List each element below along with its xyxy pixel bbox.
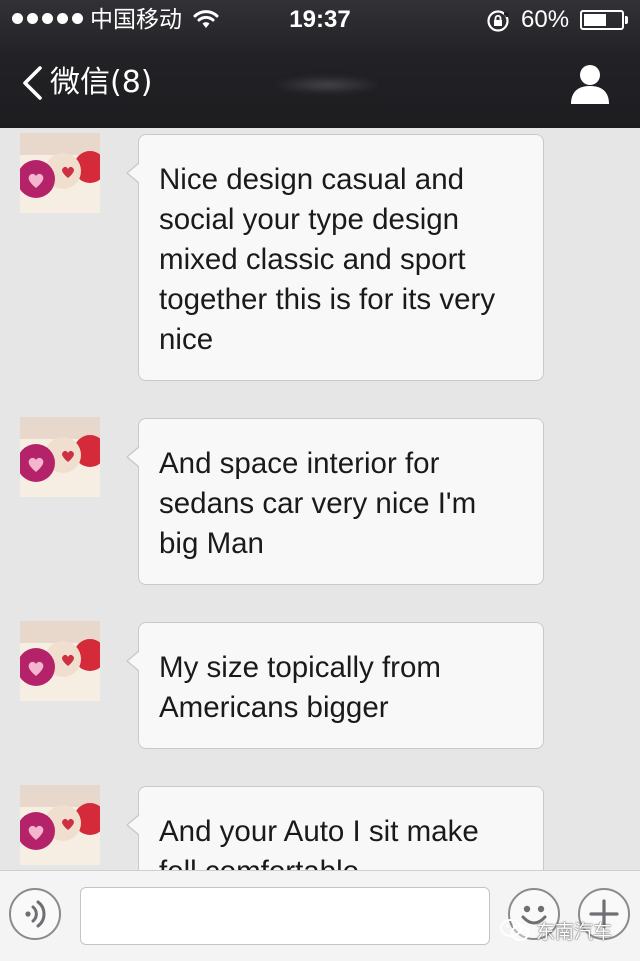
avatar[interactable] bbox=[20, 785, 100, 865]
chat-title-redacted bbox=[272, 76, 382, 94]
battery-percentage: 60% bbox=[521, 6, 570, 33]
message-text: And your Auto I sit make fell comfortabl… bbox=[159, 815, 479, 870]
emoji-icon bbox=[521, 905, 547, 925]
back-button[interactable]: 微信(8) bbox=[18, 60, 153, 106]
status-bar: 中国移动 19:37 60% bbox=[0, 0, 640, 40]
person-icon[interactable] bbox=[570, 62, 610, 106]
message-bubble[interactable]: And your Auto I sit make fell comfortabl… bbox=[126, 786, 544, 870]
message-text: My size topically from Americans bigger bbox=[159, 651, 441, 724]
back-button-label: 微信(8) bbox=[50, 65, 153, 100]
avatar[interactable] bbox=[20, 133, 100, 213]
battery-level-fill bbox=[584, 14, 606, 26]
avatar[interactable] bbox=[20, 621, 100, 701]
avatar[interactable] bbox=[20, 417, 100, 497]
message-text: Nice design casual and social your type … bbox=[159, 163, 496, 356]
more-button[interactable] bbox=[578, 888, 630, 940]
chevron-left-icon bbox=[23, 66, 42, 100]
voice-icon bbox=[25, 900, 46, 928]
top-bar: 中国移动 19:37 60% 微信(8) bbox=[0, 0, 640, 128]
input-bar bbox=[0, 870, 640, 961]
battery-icon bbox=[580, 10, 628, 30]
message-input[interactable] bbox=[80, 887, 490, 945]
message-bubble[interactable]: Nice design casual and social your type … bbox=[126, 134, 544, 381]
plus-icon bbox=[589, 899, 619, 929]
voice-button[interactable] bbox=[9, 888, 61, 940]
message-text: And space interior for sedans car very n… bbox=[159, 447, 477, 560]
message-list[interactable]: Nice design casual and social your type … bbox=[0, 128, 640, 870]
message-bubble[interactable]: My size topically from Americans bigger bbox=[126, 622, 544, 749]
message-bubble[interactable]: And space interior for sedans car very n… bbox=[126, 418, 544, 585]
rotation-lock-icon bbox=[487, 10, 509, 32]
navigation-bar: 微信(8) bbox=[0, 40, 640, 128]
emoji-button[interactable] bbox=[508, 888, 560, 940]
